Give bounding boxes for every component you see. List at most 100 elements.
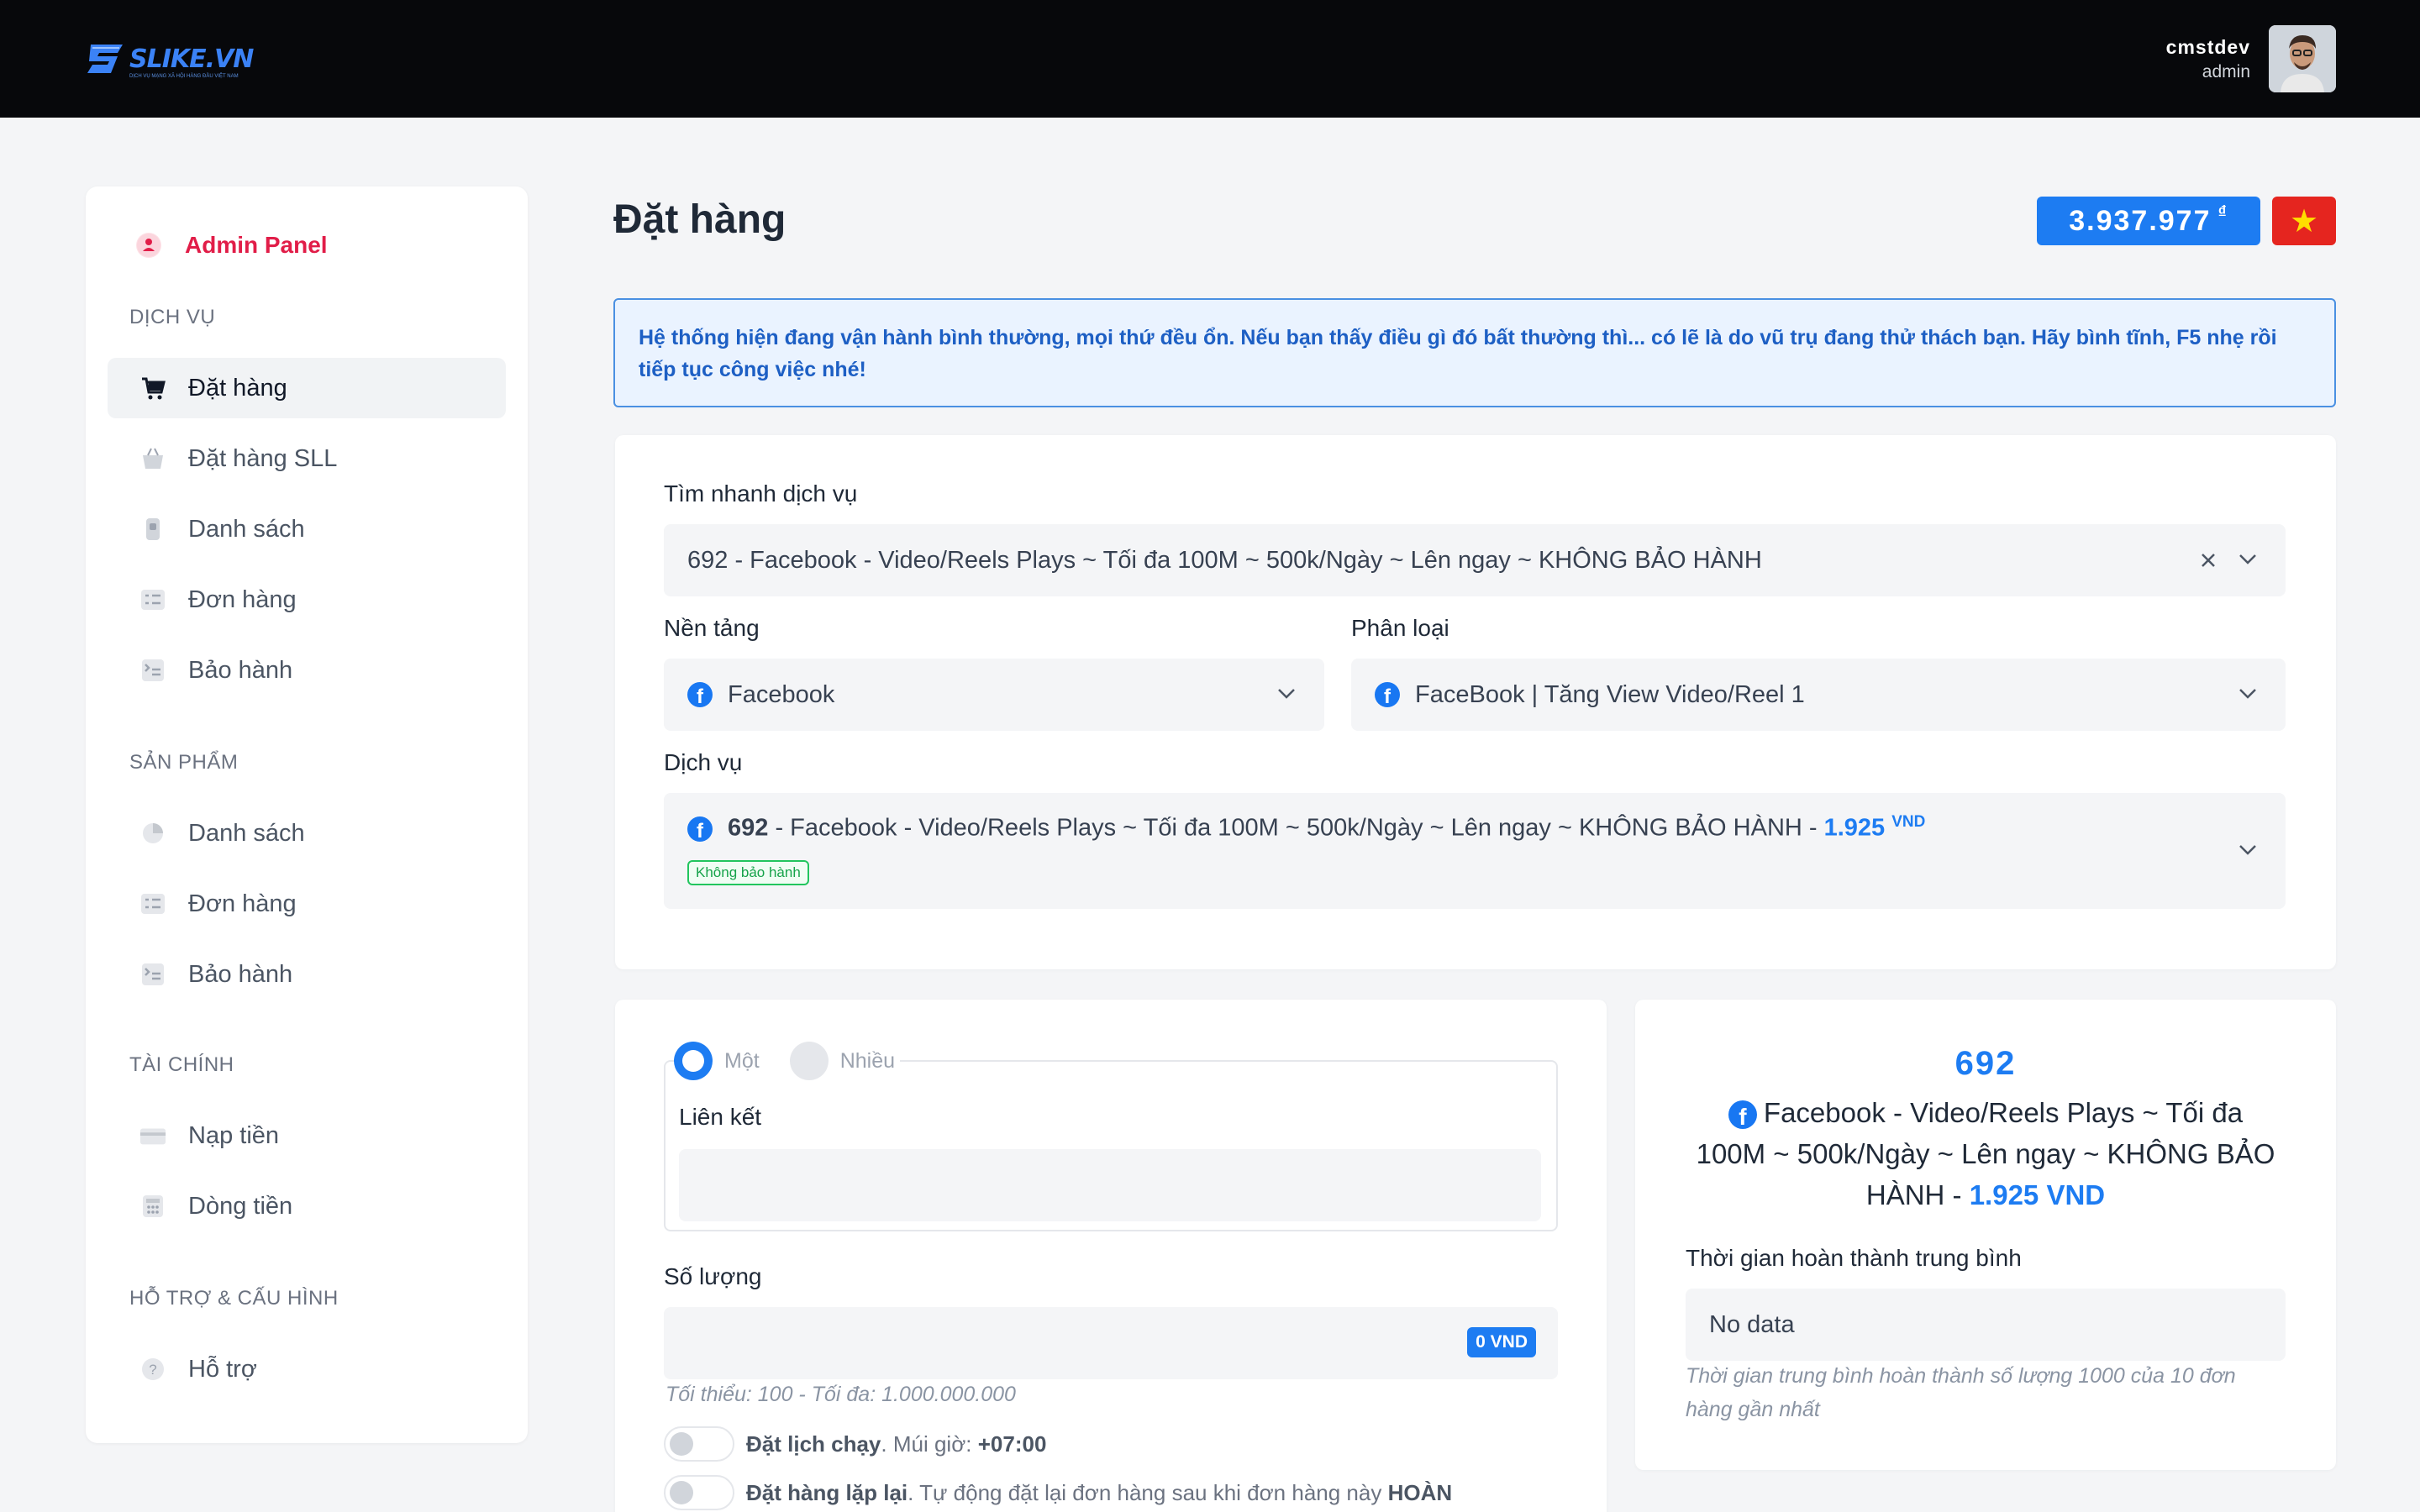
section-tai-chinh: TÀI CHÍNH	[129, 1053, 234, 1076]
platform-select[interactable]: f Facebook	[664, 659, 1324, 731]
sidebar-item-nap-tien[interactable]: Nạp tiền	[108, 1105, 506, 1166]
schedule-title: Đặt lịch chạy	[746, 1431, 881, 1457]
warranty-icon	[139, 961, 166, 988]
logo-icon	[84, 39, 128, 78]
service-info-card: 692 f Facebook - Video/Reels Plays ~ Tối …	[1635, 1000, 2336, 1470]
checklist-icon	[139, 890, 166, 917]
service-price: 1.925	[1823, 814, 1886, 842]
cart-icon	[139, 375, 166, 402]
calculator-icon	[139, 1193, 166, 1220]
schedule-timezone: +07:00	[977, 1431, 1047, 1457]
sidebar-item-label: Dòng tiền	[188, 1192, 293, 1220]
warranty-badge: Không bảo hành	[687, 860, 809, 885]
quantity-input[interactable]: 0 VND	[664, 1307, 1558, 1379]
avg-time-field: No data	[1686, 1289, 2286, 1361]
repeat-desc: . Tự động đặt lại đơn hàng sau khi đơn h…	[908, 1480, 1388, 1505]
section-ho-tro: HỖ TRỢ & CẤU HÌNH	[129, 1287, 339, 1310]
admin-panel-label: Admin Panel	[185, 232, 328, 258]
credit-card-icon	[139, 1122, 166, 1149]
flag-star-icon: ★	[2289, 203, 2319, 239]
mode-many-label: Nhiều	[839, 1048, 896, 1073]
repeat-toggle[interactable]	[664, 1475, 734, 1510]
sidebar-item-sp-don-hang[interactable]: Đơn hàng	[108, 874, 506, 934]
chevron-down-icon[interactable]	[2238, 554, 2257, 565]
section-san-pham: SẢN PHẨM	[129, 751, 239, 774]
facebook-icon: f	[1728, 1100, 1757, 1129]
box-icon	[139, 820, 166, 847]
service-id: 692	[728, 814, 769, 842]
total-price-badge: 0 VND	[1467, 1327, 1536, 1357]
service-select-card: Tìm nhanh dịch vụ 692 - Facebook - Video…	[615, 435, 2336, 969]
balance-badge[interactable]: 3.937.977 ₫	[2037, 197, 2260, 245]
top-navbar: SLIKE.VN DỊCH VỤ MẠNG XÃ HỘI HÀNG ĐẦU VI…	[0, 0, 2420, 118]
admin-panel-link[interactable]: Admin Panel	[136, 232, 328, 259]
sidebar-item-bao-hanh[interactable]: Bảo hành	[108, 640, 506, 701]
service-currency: VND	[1891, 813, 1926, 831]
language-flag-vietnam[interactable]: ★	[2272, 197, 2336, 245]
basket-icon	[139, 445, 166, 472]
sidebar-item-label: Đặt hàng	[188, 374, 287, 402]
link-label: Liên kết	[679, 1104, 762, 1130]
sidebar-item-label: Danh sách	[188, 515, 305, 543]
category-value: FaceBook | Tăng View Video/Reel 1	[1415, 680, 1805, 708]
service-name: - Facebook - Video/Reels Plays ~ Tối đa …	[768, 814, 1824, 842]
user-menu[interactable]: cmstdev admin	[2166, 25, 2336, 92]
category-label: Phân loại	[1351, 615, 1449, 641]
brand-logo[interactable]: SLIKE.VN DỊCH VỤ MẠNG XÃ HỘI HÀNG ĐẦU VI…	[84, 37, 254, 81]
mode-radio-group: Một Nhiều	[674, 1042, 901, 1080]
sidebar-item-label: Bảo hành	[188, 656, 293, 684]
balance-value: 3.937.977	[2069, 204, 2212, 237]
sidebar-item-label: Bảo hành	[188, 960, 293, 988]
sidebar-item-danh-sach[interactable]: Danh sách	[108, 499, 506, 559]
sidebar-item-dong-tien[interactable]: Dòng tiền	[108, 1176, 506, 1236]
svg-text:?: ?	[149, 1362, 156, 1378]
chevron-down-icon[interactable]	[2238, 844, 2257, 856]
warranty-icon	[139, 657, 166, 684]
user-role: admin	[2202, 61, 2250, 81]
sidebar-item-dat-hang-sll[interactable]: Đặt hàng SLL	[108, 428, 506, 489]
radio-mode-one[interactable]	[674, 1042, 713, 1080]
chevron-down-icon[interactable]	[1277, 688, 1296, 700]
quick-search-value: 692 - Facebook - Video/Reels Plays ~ Tối…	[687, 546, 1762, 574]
schedule-toggle[interactable]	[664, 1426, 734, 1462]
service-label: Dịch vụ	[664, 749, 743, 775]
category-select[interactable]: f FaceBook | Tăng View Video/Reel 1	[1351, 659, 2286, 731]
sidebar-item-ho-tro[interactable]: ? Hỗ trợ	[108, 1339, 506, 1399]
sidebar-item-label: Đặt hàng SLL	[188, 444, 338, 472]
quantity-label: Số lượng	[664, 1263, 762, 1289]
sidebar-item-dat-hang[interactable]: Đặt hàng	[108, 358, 506, 418]
logo-tagline: DỊCH VỤ MẠNG XÃ HỘI HÀNG ĐẦU VIỆT NAM	[129, 74, 239, 79]
help-icon: ?	[139, 1356, 166, 1383]
clear-icon[interactable]	[2198, 550, 2218, 570]
info-service-name-block: f Facebook - Video/Reels Plays ~ Tối đa 1…	[1694, 1092, 2277, 1215]
user-name: cmstdev	[2165, 35, 2250, 58]
service-select[interactable]: f 692 - Facebook - Video/Reels Plays ~ T…	[664, 793, 2286, 909]
sidebar-item-label: Đơn hàng	[188, 890, 297, 917]
list-icon	[139, 516, 166, 543]
repeat-text: Đặt hàng lặp lại. Tự động đặt lại đơn hà…	[746, 1480, 1452, 1506]
radio-mode-many[interactable]	[789, 1042, 829, 1080]
platform-value: Facebook	[728, 680, 835, 708]
sidebar-item-sp-danh-sach[interactable]: Danh sách	[108, 803, 506, 864]
facebook-icon: f	[687, 682, 713, 707]
facebook-icon: f	[687, 816, 713, 842]
quick-search-select[interactable]: 692 - Facebook - Video/Reels Plays ~ Tối…	[664, 524, 2286, 596]
chevron-down-icon[interactable]	[2238, 688, 2257, 700]
repeat-title: Đặt hàng lặp lại	[746, 1480, 908, 1505]
link-input[interactable]	[679, 1149, 1541, 1221]
sidebar-item-label: Danh sách	[188, 819, 305, 847]
sidebar: Admin Panel DỊCH VỤ Đặt hàng Đặt hàng SL…	[86, 186, 528, 1443]
logo-text: SLIKE.VN	[129, 44, 254, 74]
schedule-desc: . Múi giờ:	[881, 1431, 978, 1457]
page-title: Đặt hàng	[613, 197, 786, 242]
info-service-id: 692	[1954, 1045, 2017, 1082]
repeat-end: HOÀN	[1387, 1480, 1453, 1505]
sidebar-item-label: Hỗ trợ	[188, 1355, 257, 1383]
sidebar-item-sp-bao-hanh[interactable]: Bảo hành	[108, 944, 506, 1005]
order-card: Một Nhiều Liên kết Số lượng 0 VND Tối th…	[615, 1000, 1607, 1512]
facebook-icon: f	[1375, 682, 1400, 707]
sidebar-item-don-hang[interactable]: Đơn hàng	[108, 570, 506, 630]
currency-symbol: ₫	[2217, 202, 2228, 222]
quantity-min-max: Tối thiểu: 100 - Tối đa: 1.000.000.000	[666, 1383, 1016, 1406]
avatar[interactable]	[2269, 25, 2336, 92]
